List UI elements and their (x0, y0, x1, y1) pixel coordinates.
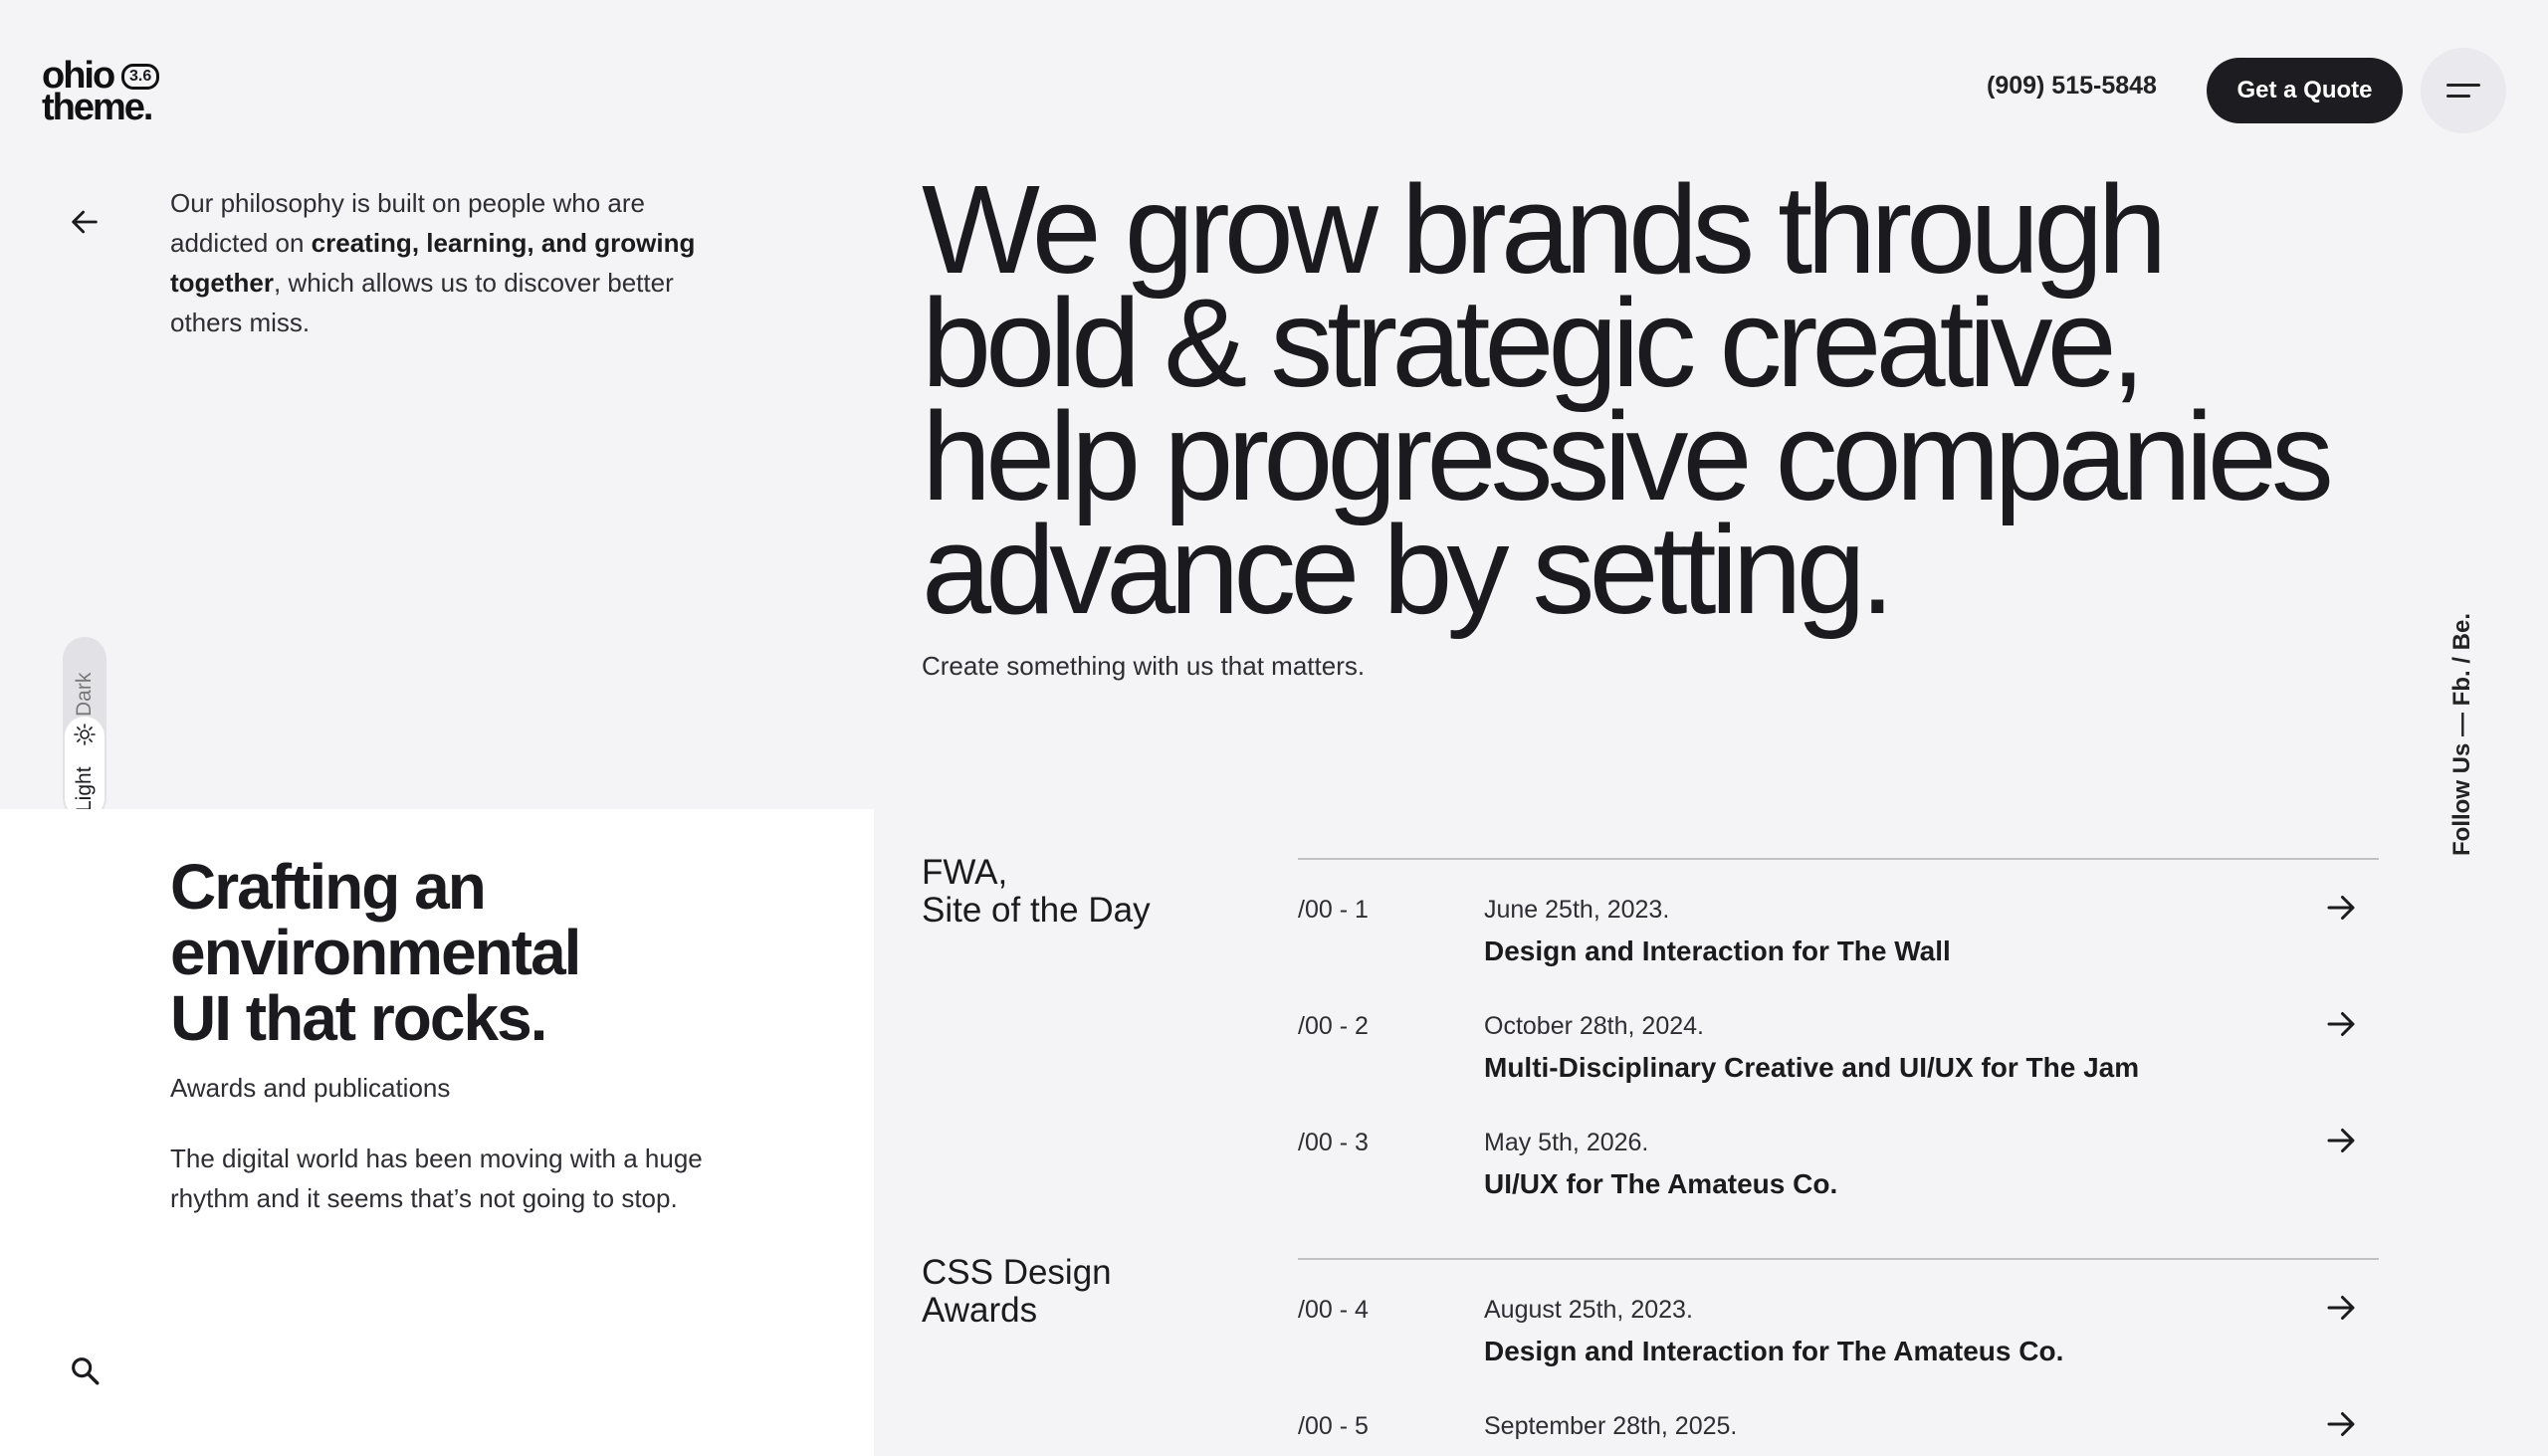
award-group-fwa: FWA, Site of the Day (922, 854, 1151, 930)
hero-line-3: help progressive companies (922, 386, 2334, 526)
award-row[interactable]: /00 - 3 May 5th, 2026. UI/UX for The Ama… (1298, 1129, 2379, 1228)
award-title: Multi-Disciplinary Creative and UI/UX fo… (1484, 1052, 2140, 1083)
award-row[interactable]: /00 - 4 August 25th, 2023. Design and In… (1298, 1296, 2379, 1395)
philosophy-text: Our philosophy is built on people who ar… (170, 183, 708, 342)
award-group-name-line-2: Site of the Day (922, 891, 1151, 930)
hero-line-1: We grow brands through (922, 159, 2167, 300)
divider (1298, 1258, 2379, 1260)
theme-toggle[interactable]: Dark Light (63, 637, 106, 820)
theme-light-label: Light (73, 766, 96, 812)
award-title: Design and Interaction for The Amateus C… (1484, 1336, 2064, 1366)
arrow-right-icon[interactable] (2323, 1406, 2359, 1442)
award-group-name-line-1: CSS Design (922, 1253, 1112, 1292)
award-date: May 5th, 2026. (1484, 1129, 1649, 1156)
theme-light-option[interactable]: Light (65, 717, 105, 818)
award-row[interactable]: /00 - 1 June 25th, 2023. Design and Inte… (1298, 896, 2379, 995)
award-index: /00 - 2 (1298, 1012, 1369, 1040)
arrow-left-icon[interactable] (68, 205, 102, 239)
arrow-right-icon[interactable] (2323, 1006, 2359, 1042)
award-date: September 28th, 2025. (1484, 1412, 1738, 1440)
logo[interactable]: ohio theme. 3.6 (42, 57, 171, 128)
award-index: /00 - 3 (1298, 1129, 1369, 1156)
award-date: August 25th, 2023. (1484, 1296, 1693, 1324)
award-group-name-line-1: FWA, (922, 853, 1008, 892)
award-title: UI/UX for The Amateus Co. (1484, 1168, 1838, 1199)
hero-line-2: bold & strategic creative, (922, 273, 2146, 413)
logo-line-2: theme. (42, 87, 153, 128)
award-date: June 25th, 2023. (1484, 896, 1670, 924)
follow-us-links[interactable]: Follow Us — Fb. / Be. (2448, 597, 2476, 856)
theme-dark-option[interactable]: Dark (70, 653, 100, 717)
hamburger-menu-icon-line (2446, 95, 2470, 98)
arrow-right-icon[interactable] (2323, 1290, 2359, 1326)
hero-heading: We grow brands through bold & strategic … (922, 159, 2415, 640)
award-title: Design and Interaction for The Wall (1484, 936, 1951, 966)
menu-button[interactable] (2421, 48, 2506, 133)
award-row[interactable]: /00 - 2 October 28th, 2024. Multi-Discip… (1298, 1012, 2379, 1112)
logo-version-badge: 3.6 (121, 64, 160, 90)
phone-link[interactable]: (909) 515-5848 (1987, 72, 2157, 101)
panel-description: The digital world has been moving with a… (170, 1144, 703, 1213)
divider (1298, 858, 2379, 860)
hero-subtitle: Create something with us that matters. (922, 651, 1366, 681)
arrow-right-icon[interactable] (2323, 890, 2359, 926)
award-index: /00 - 4 (1298, 1296, 1369, 1324)
arrow-right-icon[interactable] (2323, 1123, 2359, 1158)
hero-line-4: advance by setting. (922, 500, 1895, 640)
sun-icon (74, 724, 96, 745)
hamburger-menu-icon (2446, 84, 2480, 87)
award-row[interactable]: /00 - 5 September 28th, 2025. (1298, 1412, 2379, 1456)
award-index: /00 - 5 (1298, 1412, 1369, 1440)
panel-title-line-3: UI that rocks. (170, 982, 547, 1054)
panel-title-line-2: environmental (170, 917, 581, 988)
panel-subtitle: Awards and publications (170, 1073, 451, 1103)
award-index: /00 - 1 (1298, 896, 1369, 924)
search-icon[interactable] (68, 1353, 102, 1387)
award-date: October 28th, 2024. (1484, 1012, 1704, 1040)
award-group-name-line-2: Awards (922, 1291, 1038, 1330)
panel-title: Crafting an environmental UI that rocks. (170, 854, 787, 1051)
award-group-css-design-awards: CSS Design Awards (922, 1254, 1112, 1330)
get-quote-button[interactable]: Get a Quote (2207, 58, 2403, 123)
panel-title-line-1: Crafting an (170, 851, 487, 923)
